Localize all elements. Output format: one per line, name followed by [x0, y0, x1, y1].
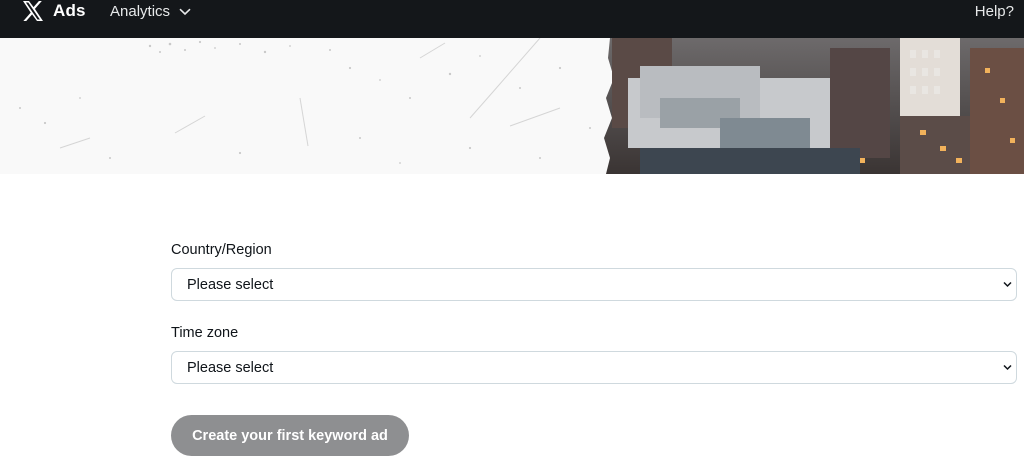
- brand-label: Ads: [53, 1, 86, 20]
- country-region-value: Please select: [187, 276, 274, 293]
- chevron-down-icon: [179, 8, 191, 16]
- analytics-label: Analytics: [110, 3, 171, 20]
- chevron-down-icon: [1003, 364, 1012, 371]
- hero-banner: [0, 38, 1024, 174]
- create-keyword-ad-button[interactable]: Create your first keyword ad: [171, 415, 409, 456]
- city-skyline-image: [604, 38, 1024, 174]
- help-link[interactable]: Help?: [975, 3, 1014, 20]
- country-region-label: Country/Region: [171, 242, 272, 258]
- time-zone-select[interactable]: Please select: [171, 351, 1017, 384]
- x-logo-icon: [22, 1, 44, 21]
- time-zone-label: Time zone: [171, 325, 239, 341]
- analytics-menu[interactable]: Analytics: [110, 3, 191, 20]
- top-navigation-bar: Ads Analytics Help?: [0, 0, 1024, 38]
- country-region-select[interactable]: Please select: [171, 268, 1017, 301]
- hero-texture: [0, 38, 620, 174]
- x-ads-logo[interactable]: Ads: [22, 1, 86, 21]
- time-zone-value: Please select: [187, 359, 274, 376]
- chevron-down-icon: [1003, 281, 1012, 288]
